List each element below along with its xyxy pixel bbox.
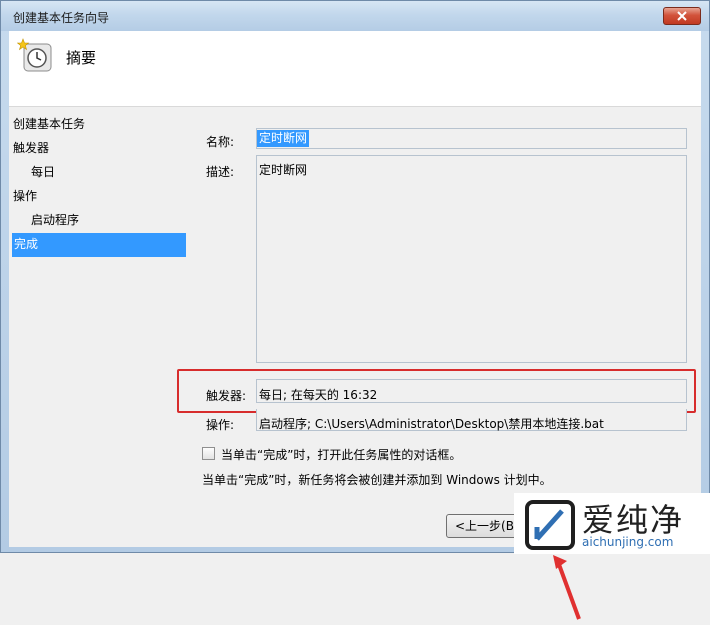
action-label: 操作: (206, 418, 235, 432)
open-properties-label[interactable]: 当单击“完成”时，打开此任务属性的对话框。 (221, 446, 461, 463)
wizard-window: 创建基本任务向导 摘要 创建基本任务 触发器 每日 操作 启动程序 完成 名称:… (0, 0, 710, 620)
wizard-header: 摘要 (9, 31, 701, 107)
title-bar[interactable]: 创建基本任务向导 (1, 1, 709, 31)
description-field[interactable] (256, 155, 687, 363)
nav-item-start-program[interactable]: 启动程序 (9, 209, 187, 233)
nav-item-create-task[interactable]: 创建基本任务 (9, 113, 187, 137)
close-button[interactable] (663, 7, 701, 25)
description-value: 定时断网 (259, 163, 308, 177)
watermark-domain: aichunjing.com (582, 535, 674, 549)
nav-item-finish[interactable]: 完成 (12, 233, 186, 257)
info-text: 当单击“完成”时，新任务将会被创建并添加到 Windows 计划中。 (202, 473, 552, 487)
watermark: 爱纯净 aichunjing.com (514, 493, 710, 554)
clock-icon (17, 38, 52, 72)
name-value: 定时断网 (257, 130, 310, 147)
description-label: 描述: (206, 165, 235, 179)
red-arrow-icon (553, 555, 581, 620)
close-icon (677, 11, 687, 21)
nav-item-daily[interactable]: 每日 (9, 161, 187, 185)
name-label: 名称: (206, 135, 235, 149)
wizard-body: 创建基本任务 触发器 每日 操作 启动程序 完成 名称: 定时断网 描述: 定时… (9, 107, 701, 620)
highlight-box (177, 369, 696, 413)
action-value: 启动程序; C:\Users\Administrator\Desktop\禁用本… (259, 417, 604, 431)
wizard-steps-nav: 创建基本任务 触发器 每日 操作 启动程序 完成 (9, 113, 187, 257)
name-field[interactable] (256, 128, 687, 149)
nav-item-trigger[interactable]: 触发器 (9, 137, 187, 161)
watermark-logo-icon (525, 500, 575, 550)
nav-item-action[interactable]: 操作 (9, 185, 187, 209)
open-properties-checkbox[interactable] (202, 447, 215, 460)
page-title: 摘要 (66, 49, 97, 67)
window-title: 创建基本任务向导 (13, 11, 110, 25)
